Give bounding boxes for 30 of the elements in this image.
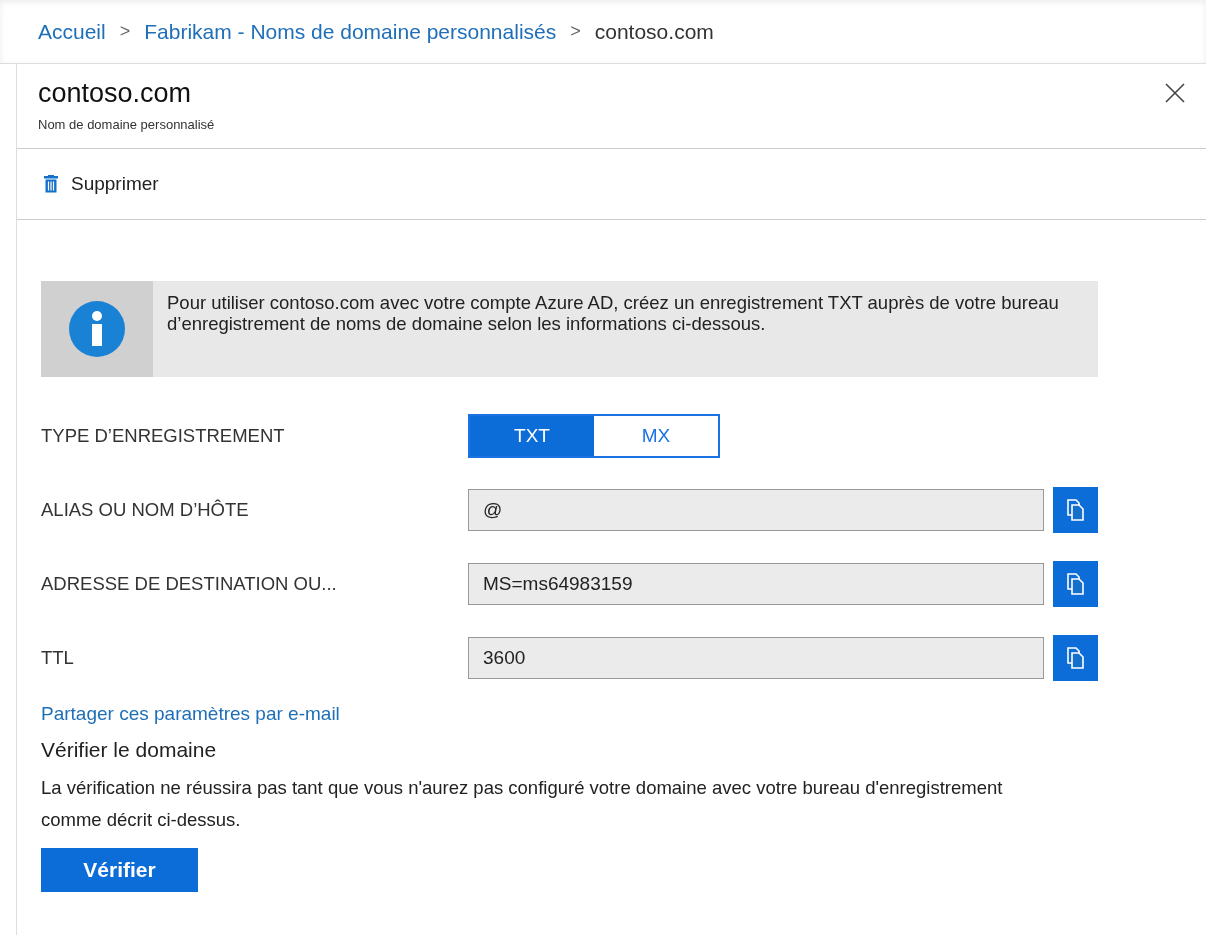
input-field[interactable]: 3600 xyxy=(468,637,1044,679)
copy-icon xyxy=(1066,647,1085,669)
breadcrumb-link[interactable]: Fabrikam - Noms de domaine personnalisés xyxy=(144,19,557,44)
input-field[interactable]: MS=ms64983159 xyxy=(468,563,1044,605)
breadcrumb-link[interactable]: Accueil xyxy=(38,19,106,44)
delete-button[interactable]: Supprimer xyxy=(43,169,159,199)
record-type-option[interactable]: TXT xyxy=(470,416,594,456)
share-link[interactable]: Partager ces paramètres par e-mail xyxy=(41,703,340,725)
copy-icon xyxy=(1066,573,1085,595)
verify-description: La vérification ne réussira pas tant que vous n'aurez pas configuré votre domaine avec votre bureau d'enregistrement comme décrit ci-dessus. xyxy=(41,776,1004,832)
field-label: TTL xyxy=(41,647,75,669)
copy-button[interactable] xyxy=(1053,635,1098,681)
breadcrumb-current: contoso.com xyxy=(594,19,714,44)
blade-subtitle: Nom de domaine personnalisé xyxy=(38,117,215,132)
field-label: TYPE D’ENREGISTREMENT xyxy=(41,425,286,447)
breadcrumb-separator: > xyxy=(570,21,581,42)
section-heading: Vérifier le domaine xyxy=(41,738,218,762)
field-label: ALIAS OU NOM D’HÔTE xyxy=(41,499,250,521)
blade-title: contoso.com xyxy=(38,78,193,109)
field-label: ADRESSE DE DESTINATION OU... xyxy=(41,573,338,595)
trash-icon xyxy=(43,175,59,193)
info-icon xyxy=(69,301,125,357)
input-field[interactable]: @ xyxy=(468,489,1044,531)
copy-button[interactable] xyxy=(1053,561,1098,607)
close-icon[interactable] xyxy=(1164,82,1186,104)
verify-button[interactable]: Vérifier xyxy=(41,848,198,892)
copy-button[interactable] xyxy=(1053,487,1098,533)
breadcrumb-separator: > xyxy=(119,21,131,42)
copy-icon xyxy=(1066,499,1085,521)
info-text: Pour utiliser contoso.com avec votre compte Azure AD, créez un enregistrement TXT auprès de votre bureau d’enregistrement de noms de domaine selon les informations ci-dessous. xyxy=(166,291,1060,336)
